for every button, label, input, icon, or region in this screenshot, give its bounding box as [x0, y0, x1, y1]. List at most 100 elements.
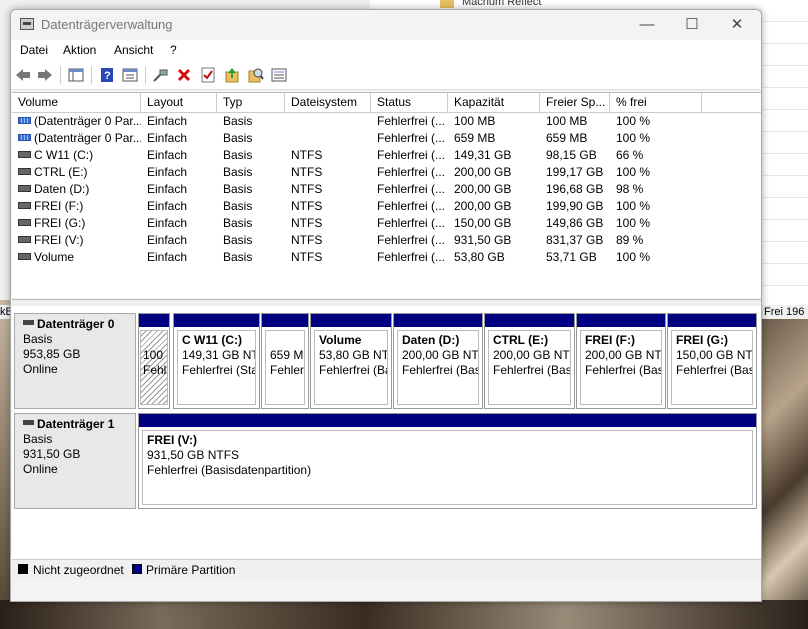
cell-text: Fehlerfrei (...: [377, 165, 446, 179]
list-icon[interactable]: [270, 66, 288, 84]
cell-percent-free: 100 %: [610, 113, 702, 130]
cell-text: FREI (G:): [34, 216, 86, 230]
menu-ansicht[interactable]: Ansicht: [114, 43, 153, 57]
cell-text: 100 MB: [454, 114, 496, 128]
delete-icon[interactable]: [175, 66, 193, 84]
partition-disk0-5[interactable]: CTRL (E:)200,00 GB NTFSFehlerfrei (Basi: [484, 313, 575, 409]
volume-list[interactable]: Volume Layout Typ Dateisystem Status Kap…: [12, 92, 761, 298]
cell-filesystem: [285, 130, 371, 147]
partition-disk0-6[interactable]: FREI (F:)200,00 GB NTFSFehlerfrei (Basi: [576, 313, 666, 409]
cell-layout: Einfach: [141, 181, 217, 198]
check-icon[interactable]: [199, 66, 217, 84]
cell-text: 149,31 GB: [454, 148, 512, 162]
column-header-volume[interactable]: Volume: [12, 93, 141, 112]
cell-text: NTFS: [291, 148, 323, 162]
cell-free-space: 831,37 GB: [540, 232, 610, 249]
cell-capacity: 200,00 GB: [448, 181, 540, 198]
back-arrow-icon[interactable]: [14, 66, 32, 84]
partition-frei-v[interactable]: FREI (V:) 931,50 GB NTFS Fehlerfrei (Bas…: [138, 413, 757, 509]
partition-disk0-4[interactable]: Daten (D:)200,00 GB NTFSFehlerfrei (Basi: [393, 313, 483, 409]
minimize-button[interactable]: —: [625, 13, 669, 37]
folder-icon: [440, 0, 454, 8]
cell-type: Basis: [217, 113, 285, 130]
cell-text: 98,15 GB: [546, 148, 597, 162]
cell-text: Fehlerfrei (...: [377, 233, 446, 247]
volume-row[interactable]: Volume Einfach Basis NTFS Fehlerfrei (... 53,…: [12, 249, 761, 266]
help-icon[interactable]: ?: [98, 66, 116, 84]
menu-aktion[interactable]: Aktion: [63, 43, 96, 57]
forward-arrow-icon[interactable]: [36, 66, 54, 84]
partition-size: 100 M: [143, 348, 167, 362]
drive-icon: [18, 253, 31, 261]
cell-text: 196,68 GB: [546, 182, 604, 196]
maximize-button[interactable]: ☐: [670, 13, 714, 37]
cell-status: Fehlerfrei (...: [371, 164, 448, 181]
title-bar[interactable]: Datenträgerverwaltung — ☐ ✕: [11, 10, 761, 40]
partition-disk0-2[interactable]: 659 M Fehler: [261, 313, 309, 409]
cell-layout: Einfach: [141, 249, 217, 266]
close-button[interactable]: ✕: [715, 13, 759, 37]
disk-1-label[interactable]: Datenträger 1 Basis 931,50 GB Online: [14, 413, 136, 509]
cell-text: 200,00 GB: [454, 165, 512, 179]
cell-free-space: 100 MB: [540, 113, 610, 130]
volume-row[interactable]: Daten (D:) Einfach Basis NTFS Fehlerfrei (..…: [12, 181, 761, 198]
cell-text: Daten (D:): [34, 182, 90, 196]
cell-text: 200,00 GB: [454, 199, 512, 213]
column-header-free-space[interactable]: Freier Sp...: [540, 93, 610, 112]
cell-text: Fehlerfrei (...: [377, 250, 446, 264]
cell-text: Fehlerfrei (...: [377, 131, 446, 145]
volume-row[interactable]: CTRL (E:) Einfach Basis NTFS Fehlerfrei (...…: [12, 164, 761, 181]
partition-disk0-3[interactable]: Volume53,80 GB NTFSFehlerfrei (Ba: [310, 313, 392, 409]
partition-disk0-1[interactable]: C W11 (C:)149,31 GB NTFSFehlerfrei (Sta: [173, 313, 260, 409]
disk-0-label[interactable]: Datenträger 0 Basis 953,85 GB Online: [14, 313, 136, 409]
volume-row[interactable]: C W11 (C:) Einfach Basis NTFS Fehlerfrei (..…: [12, 147, 761, 164]
cell-text: 831,37 GB: [546, 233, 604, 247]
refresh-icon[interactable]: [223, 66, 241, 84]
cell-filesystem: NTFS: [285, 249, 371, 266]
cell-filesystem: NTFS: [285, 198, 371, 215]
partition-icon: [18, 134, 31, 142]
cell-text: NTFS: [291, 216, 323, 230]
cell-capacity: 200,00 GB: [448, 198, 540, 215]
volume-row[interactable]: FREI (V:) Einfach Basis NTFS Fehlerfrei (...…: [12, 232, 761, 249]
partition-name: FREI (F:): [585, 333, 635, 347]
cell-text: 659 MB: [546, 131, 588, 145]
cell-status: Fehlerfrei (...: [371, 181, 448, 198]
cell-percent-free: 100 %: [610, 130, 702, 147]
volume-row[interactable]: (Datenträger 0 Par... Einfach Basis Fehlerf…: [12, 130, 761, 147]
partition-disk0-0[interactable]: 100 MFehl: [138, 313, 170, 409]
cell-free-space: 149,86 GB: [540, 215, 610, 232]
menu-help[interactable]: ?: [170, 43, 177, 57]
cell-volume-name: FREI (G:): [12, 215, 141, 232]
properties-icon[interactable]: [121, 66, 139, 84]
volume-row[interactable]: (Datenträger 0 Par... Einfach Basis Fehlerf…: [12, 113, 761, 130]
legend-swatch-unallocated: [18, 564, 28, 574]
disk-0-size: 953,85 GB: [23, 347, 81, 361]
cell-text: (Datenträger 0 Par...: [34, 131, 141, 145]
background-wallpaper: [762, 318, 808, 629]
column-header-layout[interactable]: Layout: [141, 93, 217, 112]
cell-filesystem: NTFS: [285, 181, 371, 198]
volume-row[interactable]: FREI (G:) Einfach Basis NTFS Fehlerfrei (...…: [12, 215, 761, 232]
volume-row[interactable]: FREI (F:) Einfach Basis NTFS Fehlerfrei (...…: [12, 198, 761, 215]
column-header-status[interactable]: Status: [371, 93, 448, 112]
cell-status: Fehlerfrei (...: [371, 232, 448, 249]
connect-icon[interactable]: [151, 66, 169, 84]
column-header-type[interactable]: Typ: [217, 93, 285, 112]
partition-status: Fehl: [143, 363, 167, 377]
column-header-filesystem[interactable]: Dateisystem: [285, 93, 371, 112]
disk-1-type: Basis: [23, 432, 53, 446]
menu-datei[interactable]: Datei: [20, 43, 48, 57]
column-header-capacity[interactable]: Kapazität: [448, 93, 540, 112]
console-tree-icon[interactable]: [67, 66, 85, 84]
column-header-percent-free[interactable]: % frei: [610, 93, 702, 112]
cell-type: Basis: [217, 130, 285, 147]
partition-disk0-7[interactable]: FREI (G:)150,00 GB NTFSFehlerfrei (Basi: [667, 313, 757, 409]
legend-label-primary: Primäre Partition: [146, 563, 236, 577]
cell-layout: Einfach: [141, 232, 217, 249]
partition-size: 931,50 GB NTFS: [147, 448, 240, 462]
disk-icon: [23, 320, 34, 326]
cell-text: 100 %: [616, 114, 651, 128]
search-icon[interactable]: [247, 66, 265, 84]
cell-status: Fehlerfrei (...: [371, 215, 448, 232]
